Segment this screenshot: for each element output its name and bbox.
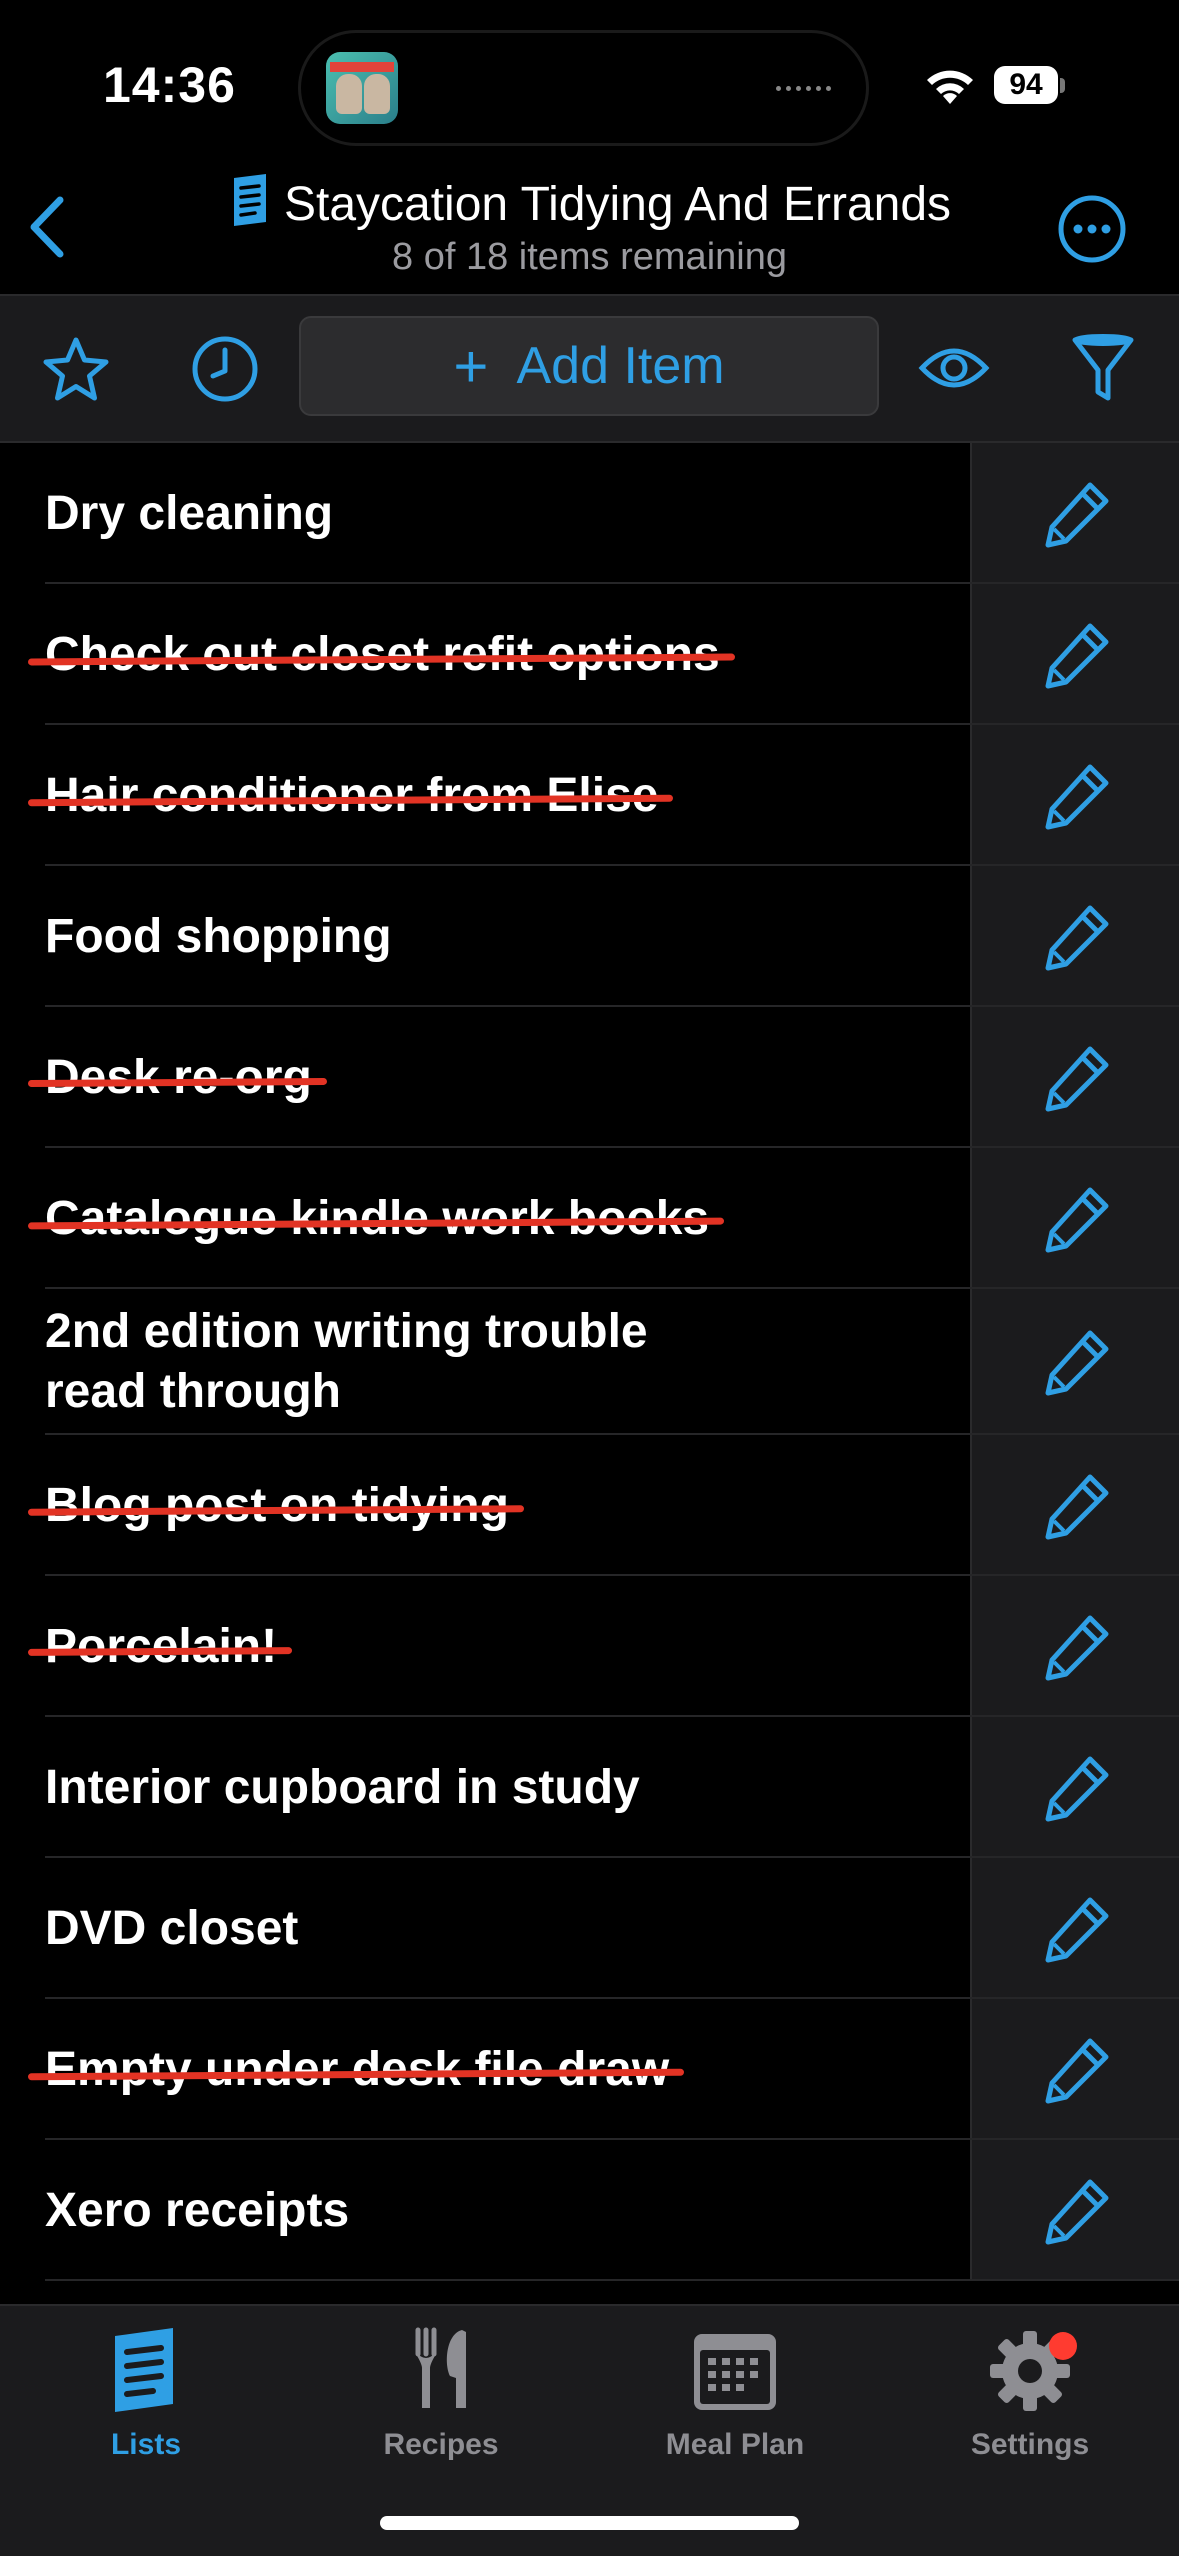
list-item[interactable]: Check out closet refit options	[0, 584, 1179, 725]
edit-item-button[interactable]	[970, 1576, 1179, 1717]
pencil-icon	[1045, 2038, 1109, 2103]
list-item[interactable]: Catalogue kindle work books	[0, 1148, 1179, 1289]
page-title: Staycation Tidying And Errands	[0, 172, 1179, 232]
tab-recipes[interactable]: Recipes	[326, 2324, 556, 2462]
tab-settings[interactable]: Settings	[915, 2324, 1145, 2462]
fork-knife-icon	[415, 2327, 466, 2408]
item-text[interactable]: Dry cleaning	[45, 443, 333, 584]
list-title: Staycation Tidying And Errands	[283, 178, 952, 231]
notification-badge	[1049, 2332, 1077, 2360]
ellipsis-circle-icon[interactable]	[1057, 194, 1127, 264]
audio-waveform-icon	[776, 82, 836, 94]
list-item[interactable]: Interior cupboard in study	[0, 1717, 1179, 1858]
edit-item-button[interactable]	[970, 2140, 1179, 2281]
battery-indicator: 94	[994, 64, 1069, 108]
edit-item-button[interactable]	[970, 1858, 1179, 1999]
edit-item-button[interactable]	[970, 1148, 1179, 1289]
eye-icon[interactable]	[918, 338, 990, 398]
items-remaining: 8 of 18 items remaining	[392, 236, 787, 278]
tab-label: Meal Plan	[665, 2428, 805, 2461]
list-item[interactable]: Porcelain!	[0, 1576, 1179, 1717]
item-text[interactable]: DVD closet	[45, 1858, 298, 1999]
tab-label: Lists	[110, 2428, 182, 2461]
list-item[interactable]: DVD closet	[0, 1858, 1179, 1999]
now-playing-artwork[interactable]	[326, 52, 398, 124]
pencil-icon	[1045, 623, 1109, 688]
tab-meal-plan[interactable]: Meal Plan	[620, 2324, 850, 2462]
toolbar: + Add Item	[0, 296, 1179, 442]
pencil-icon	[1045, 1615, 1109, 1680]
edit-item-button[interactable]	[970, 1007, 1179, 1148]
pencil-icon	[1045, 1046, 1109, 1111]
list-item[interactable]: 2nd edition writing trouble read through	[0, 1289, 1179, 1435]
pencil-icon	[1045, 1187, 1109, 1252]
home-indicator[interactable]	[380, 2516, 799, 2530]
edit-item-button[interactable]	[970, 1435, 1179, 1576]
item-text[interactable]: Interior cupboard in study	[45, 1717, 640, 1858]
list-item[interactable]: Xero receipts	[0, 2140, 1179, 2281]
edit-item-button[interactable]	[970, 584, 1179, 725]
pencil-icon	[1045, 2179, 1109, 2244]
pencil-icon	[1045, 1474, 1109, 1539]
item-list: Dry cleaning Check out closet refit optio…	[0, 443, 1179, 2281]
list-item[interactable]: Blog post on tidying	[0, 1435, 1179, 1576]
wifi-icon	[927, 70, 973, 104]
edit-item-button[interactable]	[970, 1999, 1179, 2140]
filter-icon[interactable]	[1070, 332, 1136, 406]
plus-icon: +	[453, 332, 489, 400]
edit-item-button[interactable]	[970, 725, 1179, 866]
pencil-icon	[1045, 1330, 1109, 1396]
strikethrough-mark	[27, 1077, 327, 1087]
list-item[interactable]: Empty under desk file draw	[0, 1999, 1179, 2140]
pencil-icon	[1045, 482, 1109, 547]
list-icon	[115, 2328, 173, 2412]
item-text[interactable]: Food shopping	[45, 866, 392, 1007]
edit-item-button[interactable]	[970, 443, 1179, 584]
strikethrough-mark	[27, 1646, 293, 1656]
list-icon	[233, 174, 266, 226]
star-icon[interactable]	[40, 334, 112, 406]
edit-item-button[interactable]	[970, 866, 1179, 1007]
edit-item-button[interactable]	[970, 1717, 1179, 1858]
calendar-icon	[694, 2334, 776, 2410]
edit-item-button[interactable]	[970, 1289, 1179, 1435]
tab-lists[interactable]: Lists	[31, 2324, 261, 2462]
list-item[interactable]: Dry cleaning	[0, 443, 1179, 584]
battery-level: 94	[994, 66, 1058, 104]
list-item[interactable]: Hair conditioner from Elise	[0, 725, 1179, 866]
add-item-button[interactable]: + Add Item	[299, 316, 879, 416]
pencil-icon	[1045, 1897, 1109, 1962]
clock-icon[interactable]	[190, 334, 260, 404]
list-item[interactable]: Food shopping	[0, 866, 1179, 1007]
item-text[interactable]: 2nd edition writing trouble read through	[45, 1289, 745, 1435]
add-item-label: Add Item	[516, 337, 725, 395]
pencil-icon	[1045, 764, 1109, 829]
tab-label: Settings	[970, 2428, 1090, 2461]
pencil-icon	[1045, 1756, 1109, 1821]
item-text[interactable]: Xero receipts	[45, 2140, 349, 2281]
status-time: 14:36	[103, 57, 236, 113]
tab-label: Recipes	[383, 2428, 499, 2461]
pencil-icon	[1045, 905, 1109, 970]
list-item[interactable]: Desk re-org	[0, 1007, 1179, 1148]
